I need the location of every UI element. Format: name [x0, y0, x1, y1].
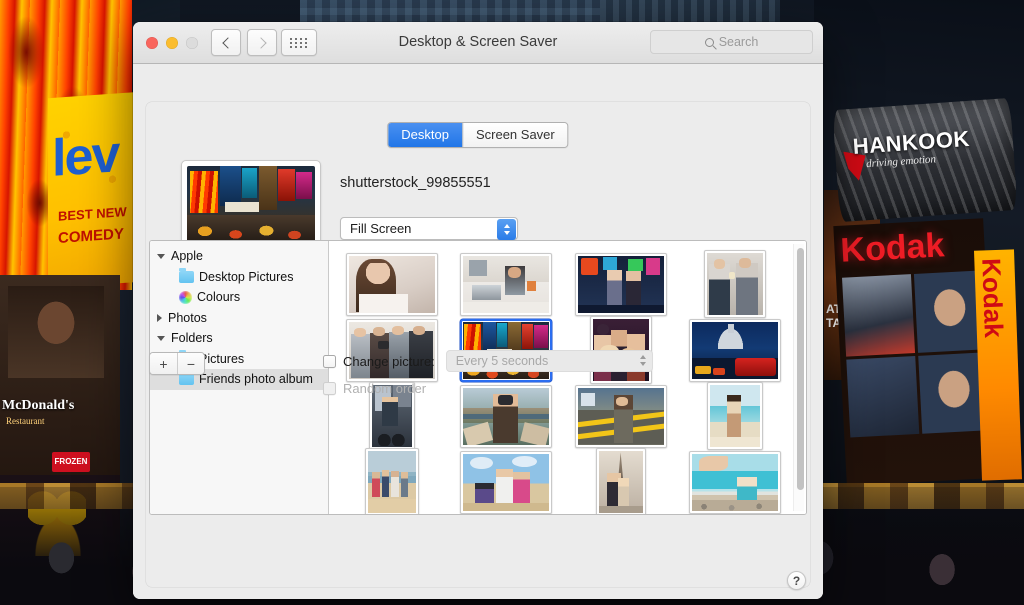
search-icon	[704, 37, 714, 47]
random-order-row: Random order	[323, 381, 426, 396]
background-kodak-vertical-sign: Kodak	[973, 249, 1023, 481]
color-wheel-icon	[179, 290, 192, 304]
sidebar-item-label: Apple	[171, 249, 203, 264]
thumbnail-item[interactable]	[460, 252, 553, 316]
background-billboard-face	[8, 286, 104, 378]
fit-mode-value: Fill Screen	[350, 221, 412, 236]
sidebar-item-label: Photos	[168, 310, 207, 325]
random-order-checkbox[interactable]	[323, 382, 336, 395]
tab-desktop[interactable]: Desktop	[388, 123, 462, 147]
change-interval-value: Every 5 seconds	[455, 354, 549, 368]
change-picture-checkbox[interactable]	[323, 354, 336, 368]
kodak-tile-phone	[842, 274, 915, 357]
thumbnail-item[interactable]	[346, 252, 439, 316]
sidebar-item-apple[interactable]: Apple	[150, 246, 328, 267]
thumbnail-scrollbar-thumb[interactable]	[796, 248, 804, 490]
picture-name: shutterstock_99855551	[340, 175, 491, 191]
background-sign-mcdonalds: McDonald's	[2, 398, 75, 413]
search-field[interactable]: Search	[650, 30, 813, 54]
add-folder-button[interactable]: +	[150, 353, 177, 374]
sidebar-item-label: Desktop Pictures	[199, 269, 294, 284]
stepper-arrows-icon	[639, 355, 646, 366]
thumbnail-item[interactable]	[703, 250, 766, 318]
sidebar-item-label: Pictures	[199, 351, 245, 366]
search-placeholder: Search	[718, 35, 759, 49]
background-yellow-billboard	[48, 91, 140, 289]
kodak-image-tiles	[842, 270, 991, 438]
sidebar-item-photos[interactable]: Photos	[150, 308, 328, 329]
kodak-tile-generic	[846, 355, 919, 438]
background-sign-kodak: Kodak	[839, 226, 946, 270]
background-kodak-billboard: Kodak	[833, 218, 997, 486]
thumbnail-scrollbar-track[interactable]	[793, 244, 804, 511]
window-body: Desktop Screen Saver shutterstock_998555…	[133, 64, 823, 599]
change-picture-row: Change picture: Every 5 seconds	[323, 350, 653, 372]
sidebar-item-label: Friends photo album	[199, 372, 313, 387]
background-sign-kodak-vertical: Kodak	[976, 257, 1010, 339]
change-picture-label: Change picture:	[343, 353, 435, 369]
source-sidebar: Apple Desktop Pictures Colours Photos Fo…	[150, 241, 329, 514]
thumbnail-item[interactable]	[688, 450, 781, 514]
tab-screen-saver[interactable]: Screen Saver	[461, 123, 568, 147]
folder-add-remove-group: + −	[149, 352, 205, 375]
thumbnail-item[interactable]	[595, 448, 646, 514]
disclosure-triangle-down-icon[interactable]	[157, 253, 165, 259]
thumbnail-item[interactable]	[688, 318, 781, 382]
current-wallpaper-preview[interactable]	[181, 160, 321, 248]
thumbnail-grid-container	[329, 241, 806, 514]
thumbnail-grid	[329, 241, 792, 514]
change-interval-dropdown[interactable]: Every 5 seconds	[445, 350, 653, 372]
remove-folder-button[interactable]: −	[177, 353, 204, 374]
background-sign-mcdonalds-sub: Restaurant	[6, 416, 45, 426]
thumbnail-item[interactable]	[574, 384, 667, 448]
thumbnail-item[interactable]	[365, 448, 420, 514]
background-sign-nev: lev	[52, 125, 119, 187]
window-titlebar[interactable]: Desktop & Screen Saver Search	[133, 22, 823, 64]
tab-bar: Desktop Screen Saver	[387, 122, 569, 148]
sidebar-item-label: Colours	[197, 290, 241, 305]
help-button[interactable]: ?	[787, 571, 806, 590]
sidebar-item-colours[interactable]: Colours	[150, 287, 328, 308]
folder-icon	[179, 370, 194, 386]
sidebar-item-label: Folders	[171, 331, 213, 346]
disclosure-triangle-down-icon[interactable]	[157, 335, 165, 341]
thumbnail-item[interactable]	[460, 384, 553, 448]
disclosure-triangle-right-icon[interactable]	[157, 313, 162, 322]
source-browser: Apple Desktop Pictures Colours Photos Fo…	[149, 240, 807, 515]
sidebar-item-desktop-pictures[interactable]: Desktop Pictures	[150, 267, 328, 288]
random-order-label: Random order	[343, 381, 427, 396]
fit-mode-dropdown[interactable]: Fill Screen	[340, 217, 518, 240]
preview-image	[187, 166, 315, 242]
sidebar-item-folders[interactable]: Folders	[150, 328, 328, 349]
thumbnail-item[interactable]	[574, 252, 667, 316]
desktop-screen-saver-window: Desktop & Screen Saver Search Desktop Sc…	[133, 22, 823, 599]
thumbnail-item[interactable]	[460, 450, 553, 514]
thumbnail-item[interactable]	[706, 382, 763, 450]
background-hankook-billboard: HANKOOK driving emotion	[832, 97, 1018, 223]
background-sign-frozen: FROZEN	[52, 452, 90, 472]
stepper-arrows-icon	[497, 219, 516, 240]
folder-icon	[179, 267, 194, 283]
